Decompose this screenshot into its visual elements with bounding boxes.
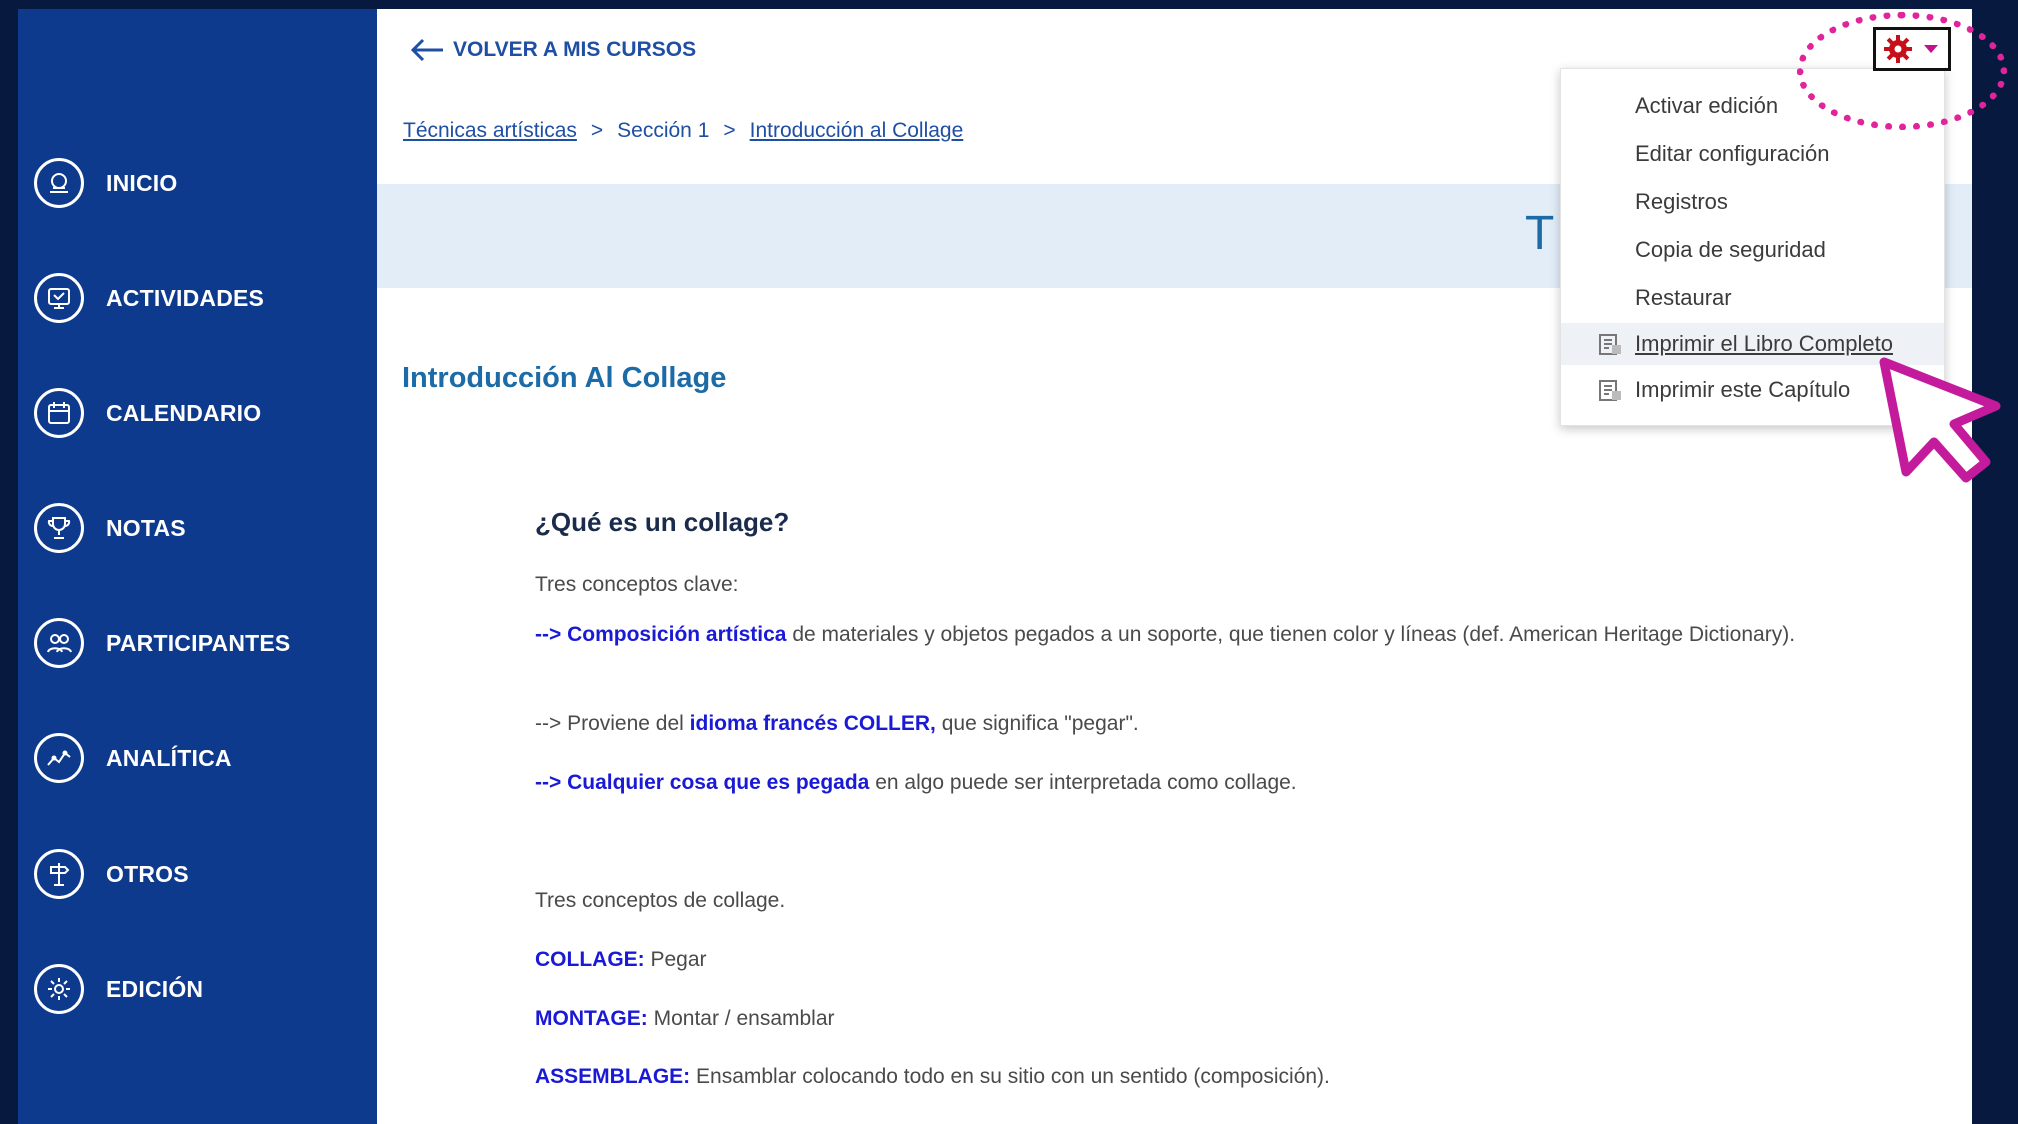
concept-montage: MONTAGE: Montar / ensamblar	[535, 1007, 835, 1031]
menu-item-editar-configuracion[interactable]: Editar configuración	[1561, 133, 1944, 175]
chevron-down-icon	[1924, 45, 1938, 53]
arrow-marker: -->	[535, 623, 562, 646]
sidebar-item-inicio[interactable]: INICIO	[34, 153, 177, 213]
sidebar-item-edicion[interactable]: EDICIÓN	[34, 959, 203, 1019]
definition-text: de materiales y objetos pegados a un sop…	[786, 623, 1796, 646]
sidebar-item-label: NOTAS	[106, 514, 186, 541]
sidebar-item-notas[interactable]: NOTAS	[34, 498, 186, 558]
concept-term: MONTAGE:	[535, 1007, 648, 1030]
origin-paragraph: --> Proviene del idioma francés COLLER, …	[535, 712, 1139, 736]
sidebar-item-label: EDICIÓN	[106, 975, 204, 1002]
arrow-left-icon	[410, 38, 443, 62]
concept-definition: Montar / ensamblar	[647, 1007, 835, 1030]
breadcrumb-current-link[interactable]: Introducción al Collage	[750, 119, 964, 143]
outer-frame-top	[0, 0, 2018, 9]
back-to-courses-link[interactable]: VOLVER A MIS CURSOS	[409, 37, 696, 63]
sidebar-item-label: ACTIVIDADES	[106, 284, 265, 311]
signpost-icon	[34, 849, 84, 899]
concept-term: COLLAGE:	[535, 948, 645, 971]
analytics-icon	[34, 733, 84, 783]
menu-item-activar-edicion[interactable]: Activar edición	[1561, 85, 1944, 127]
sidebar-item-analitica[interactable]: ANALÍTICA	[34, 728, 232, 788]
print-chapter-icon	[1599, 380, 1621, 401]
definition-paragraph: --> Composición artística de materiales …	[535, 615, 1835, 655]
breadcrumb-separator: >	[590, 119, 604, 142]
menu-item-label: Restaurar	[1635, 285, 1732, 310]
menu-item-label: Editar configuración	[1635, 141, 1830, 166]
sidebar-item-calendario[interactable]: CALENDARIO	[34, 383, 261, 443]
concept-definition: Pegar	[644, 948, 707, 971]
sidebar-item-participantes[interactable]: PARTICIPANTES	[34, 613, 290, 673]
outer-frame-right	[1972, 0, 2018, 1124]
sidebar-item-label: ANALÍTICA	[106, 744, 232, 771]
settings-gear-button[interactable]	[1873, 27, 1951, 71]
menu-item-label: Imprimir el Libro Completo	[1635, 331, 1893, 356]
breadcrumb-section: Sección 1	[617, 119, 710, 142]
definition-term: Composición artística	[567, 623, 787, 646]
origin-prefix: --> Proviene del	[535, 712, 690, 735]
sidebar-item-label: CALENDARIO	[106, 399, 262, 426]
concept-collage: COLLAGE: Pegar	[535, 948, 707, 972]
sidebar-item-label: PARTICIPANTES	[106, 629, 291, 656]
concept-definition: Ensamblar colocando todo en su sitio con…	[690, 1065, 1330, 1088]
outer-frame-left	[0, 0, 18, 1124]
origin-term: idioma francés COLLER,	[689, 712, 936, 735]
menu-item-restaurar[interactable]: Restaurar	[1561, 277, 1944, 319]
settings-dropdown-menu: Activar edición Editar configuración Reg…	[1560, 68, 1945, 426]
gear-icon	[34, 964, 84, 1014]
participants-icon	[34, 618, 84, 668]
trophy-icon	[34, 503, 84, 553]
concept-term: ASSEMBLAGE:	[535, 1065, 691, 1088]
breadcrumb-course-link[interactable]: Técnicas artísticas	[403, 119, 577, 143]
menu-item-label: Activar edición	[1635, 93, 1779, 118]
breadcrumb-separator: >	[723, 119, 736, 142]
interpretation-term: --> Cualquier cosa que es pegada	[535, 771, 870, 794]
back-link-label: VOLVER A MIS CURSOS	[453, 38, 697, 61]
sidebar: INICIO ACTIVIDADES CALENDARIO NOTAS PART…	[18, 9, 377, 1124]
section-question: ¿Qué es un collage?	[535, 507, 790, 537]
print-book-icon	[1599, 334, 1621, 355]
home-icon	[34, 158, 84, 208]
page-title: Introducción Al Collage	[402, 362, 727, 394]
breadcrumb: Técnicas artísticas > Sección 1 > Introd…	[403, 119, 963, 143]
interpretation-text: en algo puede ser interpretada como coll…	[869, 771, 1297, 794]
menu-item-label: Copia de seguridad	[1635, 237, 1826, 262]
menu-item-copia-de-seguridad[interactable]: Copia de seguridad	[1561, 229, 1944, 271]
concept-assemblage: ASSEMBLAGE: Ensamblar colocando todo en …	[535, 1065, 1330, 1089]
sidebar-item-actividades[interactable]: ACTIVIDADES	[34, 268, 264, 328]
gear-icon	[1884, 35, 1912, 63]
menu-item-imprimir-capitulo[interactable]: Imprimir este Capítulo	[1561, 369, 1944, 411]
menu-item-registros[interactable]: Registros	[1561, 181, 1944, 223]
calendar-icon	[34, 388, 84, 438]
origin-text: que significa "pegar".	[935, 712, 1139, 735]
intro-text: Tres conceptos clave:	[535, 573, 739, 596]
concepts-title: Tres conceptos de collage.	[535, 889, 786, 912]
menu-item-label: Imprimir este Capítulo	[1635, 377, 1851, 402]
sidebar-item-otros[interactable]: OTROS	[34, 844, 189, 904]
activities-icon	[34, 273, 84, 323]
menu-item-imprimir-libro[interactable]: Imprimir el Libro Completo	[1561, 323, 1944, 365]
sidebar-item-label: INICIO	[106, 169, 178, 196]
sidebar-item-label: OTROS	[106, 860, 189, 887]
interpretation-paragraph: --> Cualquier cosa que es pegada en algo…	[535, 771, 1297, 795]
menu-item-label: Registros	[1635, 189, 1728, 214]
